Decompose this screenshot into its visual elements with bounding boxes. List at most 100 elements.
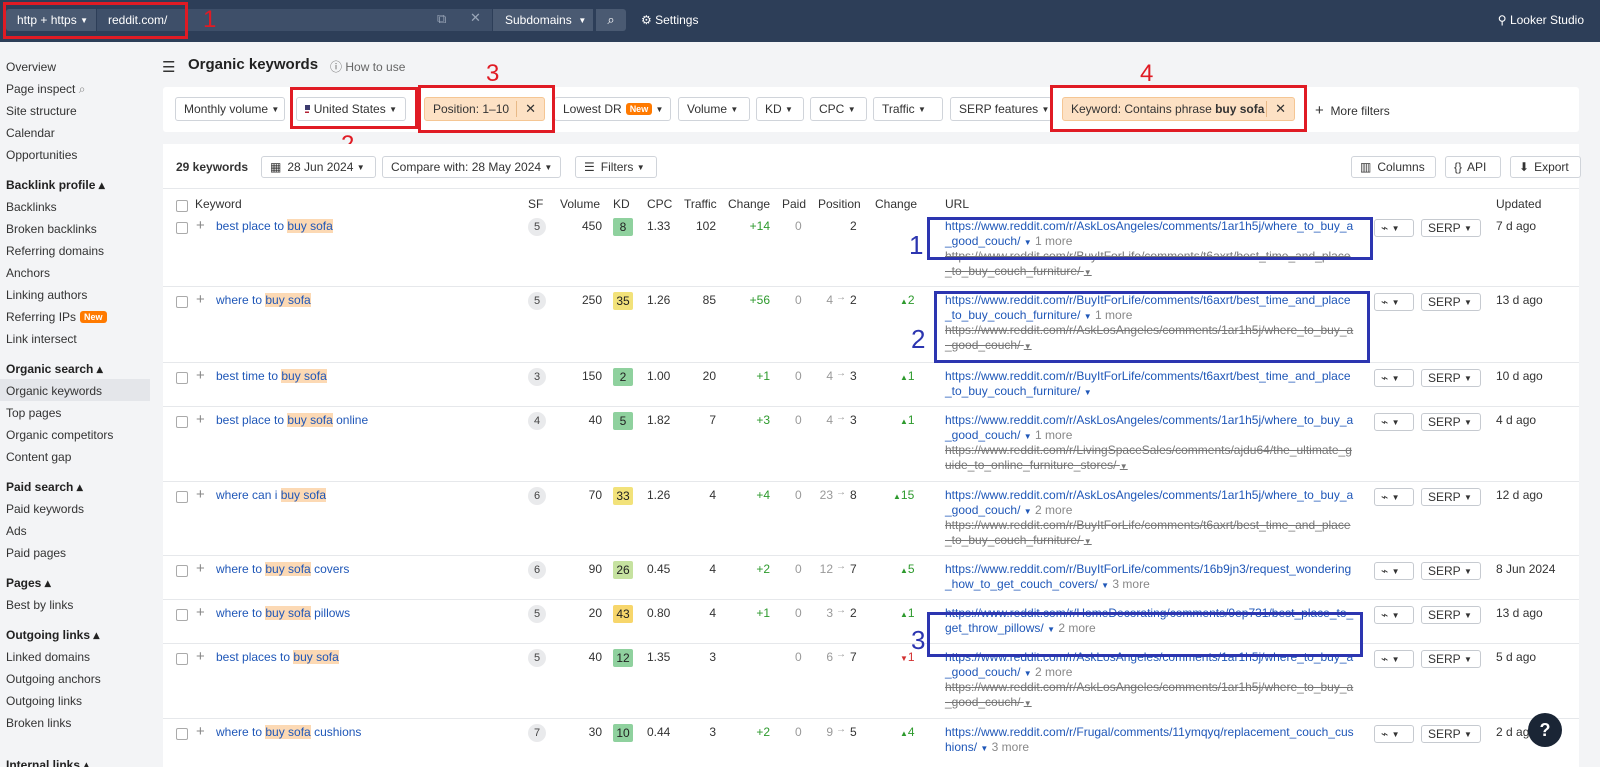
row-checkbox[interactable] [176, 653, 188, 665]
sidebar-item-referring-domains[interactable]: Referring domains [6, 244, 104, 258]
sidebar-item-broken-links[interactable]: Broken links [6, 716, 71, 730]
serp-features-count[interactable]: 5 [528, 649, 546, 667]
sidebar-item-site-structure[interactable]: Site structure [6, 104, 77, 118]
url-link[interactable]: https://www.reddit.com/r/BuyItForLife/co… [945, 369, 1355, 400]
add-keyword-icon[interactable]: + [196, 291, 205, 308]
url-link[interactable]: https://www.reddit.com/r/AskLosAngeles/c… [945, 413, 1355, 444]
chart-button[interactable]: ⌁ ▼ [1374, 293, 1414, 311]
col-position[interactable]: Position [818, 197, 861, 211]
sidebar-heading-outgoing[interactable]: Outgoing links ▴ [6, 628, 99, 642]
row-checkbox[interactable] [176, 609, 188, 621]
chart-button[interactable]: ⌁ ▼ [1374, 562, 1414, 580]
row-checkbox[interactable] [176, 491, 188, 503]
col-change-position[interactable]: Change [875, 197, 917, 211]
serp-button[interactable]: SERP ▼ [1421, 725, 1481, 743]
keyword-link[interactable]: best places to buy sofa [216, 650, 339, 664]
chevron-down-icon[interactable]: ▼ [1024, 669, 1032, 678]
serp-features-filter[interactable]: SERP features ▼ [950, 97, 1052, 121]
lowest-dr-filter[interactable]: Lowest DR New ▼ [554, 97, 671, 121]
sidebar-item-top-pages[interactable]: Top pages [6, 406, 61, 420]
chevron-down-icon[interactable]: ▼ [1101, 581, 1109, 590]
col-paid[interactable]: Paid [782, 197, 806, 211]
sidebar-heading-paid[interactable]: Paid search ▴ [6, 480, 83, 494]
chart-button[interactable]: ⌁ ▼ [1374, 413, 1414, 431]
chevron-down-icon[interactable]: ▼ [1024, 699, 1032, 708]
col-change[interactable]: Change [728, 197, 770, 211]
row-checkbox[interactable] [176, 565, 188, 577]
row-checkbox[interactable] [176, 416, 188, 428]
monthly-volume-filter[interactable]: Monthly volume ▼ [175, 97, 285, 121]
url-link[interactable]: https://www.reddit.com/r/BuyItForLife/co… [945, 562, 1355, 593]
api-button[interactable]: {} API [1445, 156, 1501, 178]
menu-icon[interactable]: ☰ [162, 58, 175, 76]
secondary-url[interactable]: https://www.reddit.com/r/AskLosAngeles/c… [945, 680, 1355, 711]
url-link[interactable]: https://www.reddit.com/r/Frugal/comments… [945, 725, 1355, 756]
external-link-icon[interactable]: ⧉ [437, 11, 446, 27]
traffic-filter[interactable]: Traffic ▼ [873, 97, 943, 121]
sidebar-item-best-by-links[interactable]: Best by links [6, 598, 73, 612]
keyword-link[interactable]: where to buy sofa cushions [216, 725, 361, 739]
cpc-filter[interactable]: CPC ▼ [810, 97, 867, 121]
col-kd[interactable]: KD [613, 197, 630, 211]
col-volume[interactable]: Volume [560, 197, 600, 211]
more-filters-button[interactable]: + More filters [1315, 102, 1390, 119]
serp-features-count[interactable]: 5 [528, 292, 546, 310]
sidebar-item-opportunities[interactable]: Opportunities [6, 148, 77, 162]
chevron-down-icon[interactable]: ▼ [1084, 388, 1092, 397]
filters-button[interactable]: ☰ Filters ▼ [575, 156, 657, 178]
columns-button[interactable]: ▥ Columns [1351, 156, 1436, 178]
sidebar-item-backlinks[interactable]: Backlinks [6, 200, 57, 214]
serp-features-count[interactable]: 3 [528, 368, 546, 386]
sidebar-item-organic-competitors[interactable]: Organic competitors [6, 428, 113, 442]
add-keyword-icon[interactable]: + [196, 217, 205, 234]
sidebar-item-link-intersect[interactable]: Link intersect [6, 332, 77, 346]
serp-features-count[interactable]: 7 [528, 724, 546, 742]
add-keyword-icon[interactable]: + [196, 411, 205, 428]
serp-button[interactable]: SERP ▼ [1421, 650, 1481, 668]
serp-button[interactable]: SERP ▼ [1421, 488, 1481, 506]
chevron-down-icon[interactable]: ▼ [1120, 462, 1128, 471]
help-button[interactable]: ? [1528, 713, 1562, 747]
serp-button[interactable]: SERP ▼ [1421, 219, 1481, 237]
secondary-url[interactable]: https://www.reddit.com/r/LivingSpaceSale… [945, 443, 1355, 474]
looker-studio-button[interactable]: ⚲ Looker Studio [1498, 13, 1584, 27]
serp-button[interactable]: SERP ▼ [1421, 413, 1481, 431]
row-checkbox[interactable] [176, 222, 188, 234]
kd-filter[interactable]: KD ▼ [756, 97, 804, 121]
settings-button[interactable]: ⚙ Settings [641, 13, 698, 27]
add-keyword-icon[interactable]: + [196, 648, 205, 665]
chart-button[interactable]: ⌁ ▼ [1374, 219, 1414, 237]
serp-button[interactable]: SERP ▼ [1421, 606, 1481, 624]
sidebar-item-calendar[interactable]: Calendar [6, 126, 55, 140]
sidebar-item-anchors[interactable]: Anchors [6, 266, 50, 280]
date-picker[interactable]: ▦ 28 Jun 2024 ▼ [261, 156, 376, 178]
sidebar-item-paid-keywords[interactable]: Paid keywords [6, 502, 84, 516]
sidebar-heading-pages[interactable]: Pages ▴ [6, 576, 51, 590]
sidebar-heading-organic[interactable]: Organic search ▴ [6, 362, 103, 376]
add-keyword-icon[interactable]: + [196, 560, 205, 577]
col-traffic[interactable]: Traffic [684, 197, 717, 211]
chart-button[interactable]: ⌁ ▼ [1374, 606, 1414, 624]
volume-filter[interactable]: Volume ▼ [678, 97, 750, 121]
keyword-link[interactable]: where can i buy sofa [216, 488, 327, 502]
mode-dropdown[interactable]: Subdomains ▼ [493, 9, 593, 31]
more-urls-link[interactable]: 3 more [1112, 577, 1149, 591]
more-urls-link[interactable]: 1 more [1035, 428, 1072, 442]
chart-button[interactable]: ⌁ ▼ [1374, 650, 1414, 668]
serp-button[interactable]: SERP ▼ [1421, 369, 1481, 387]
sidebar-item-referring-ips[interactable]: Referring IPs New [6, 310, 107, 324]
sidebar-item-paid-pages[interactable]: Paid pages [6, 546, 66, 560]
keyword-link[interactable]: where to buy sofa [216, 293, 311, 307]
url-link[interactable]: https://www.reddit.com/r/AskLosAngeles/c… [945, 488, 1355, 519]
keyword-link[interactable]: best place to buy sofa online [216, 413, 368, 427]
add-keyword-icon[interactable]: + [196, 367, 205, 384]
chevron-down-icon[interactable]: ▼ [1024, 507, 1032, 516]
select-all-checkbox[interactable] [176, 200, 188, 212]
sidebar-item-ads[interactable]: Ads [6, 524, 27, 538]
compare-dropdown[interactable]: Compare with: 28 May 2024 ▼ [382, 156, 561, 178]
add-keyword-icon[interactable]: + [196, 486, 205, 503]
sidebar-item-page-inspect[interactable]: Page inspect ⌕ [6, 82, 85, 97]
secondary-url[interactable]: https://www.reddit.com/r/BuyItForLife/co… [945, 518, 1355, 549]
row-checkbox[interactable] [176, 372, 188, 384]
sidebar-item-overview[interactable]: Overview [6, 60, 56, 74]
